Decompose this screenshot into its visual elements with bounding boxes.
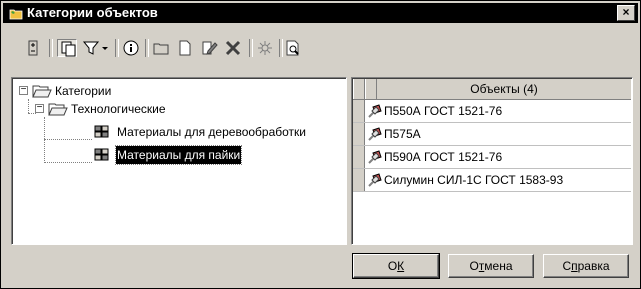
help-button[interactable]: Справка: [543, 254, 629, 278]
tree-node-technological[interactable]: − Технологические: [12, 100, 312, 118]
new-document-icon[interactable]: [175, 39, 195, 57]
open-folder-icon: [32, 85, 52, 98]
object-name: П550А ГОСТ 1521-76: [384, 104, 503, 118]
cancel-label-rest: мена: [484, 259, 513, 273]
row-indicator: [353, 146, 365, 168]
table-row[interactable]: П575А: [353, 123, 631, 146]
delete-icon[interactable]: [223, 39, 243, 57]
table-header: Объекты (4): [353, 79, 631, 100]
tree-node-label: Категории: [55, 84, 112, 98]
tree-node-label: Материалы для деревообработки: [117, 125, 306, 139]
help-label-rest: равка: [577, 259, 610, 273]
header-indicator-column[interactable]: [353, 79, 365, 99]
row-indicator: [353, 100, 365, 122]
cancel-label: О: [469, 259, 479, 273]
help-label: С: [562, 259, 572, 273]
close-button[interactable]: ×: [617, 5, 635, 21]
preview-icon[interactable]: [283, 39, 303, 57]
category-tree[interactable]: − Категории − Технологические Материалы …: [11, 77, 347, 245]
material-object-icon: [368, 150, 382, 164]
object-name: Силумин СИЛ-1С ГОСТ 1583-93: [384, 173, 564, 187]
tree-node-categories[interactable]: − Категории: [12, 82, 312, 100]
material-icon: [94, 125, 109, 138]
object-name: П590А ГОСТ 1521-76: [384, 150, 503, 164]
toolbar-separator: [145, 39, 149, 57]
table-row[interactable]: П550А ГОСТ 1521-76: [353, 100, 631, 123]
toolbar: [3, 25, 638, 69]
material-object-icon: [368, 104, 382, 118]
dialog-window: Категории объектов × − Категории − Техно…: [0, 0, 641, 289]
folder-icon[interactable]: [151, 39, 171, 57]
objects-table[interactable]: Объекты (4) П550А ГОСТ 1521-76 П575А П59…: [351, 77, 633, 245]
ok-label: О: [387, 259, 398, 273]
tree-expand-icon[interactable]: [23, 39, 43, 57]
toolbar-separator: [49, 39, 53, 57]
table-row[interactable]: П590А ГОСТ 1521-76: [353, 146, 631, 169]
tree-node-soldering[interactable]: Материалы для пайки: [12, 145, 312, 165]
cancel-button[interactable]: Отмена: [448, 254, 534, 278]
object-name: П575А: [384, 127, 421, 141]
material-object-icon: [368, 127, 382, 141]
ok-label-accel: К: [397, 259, 405, 273]
copy-icon[interactable]: [57, 39, 77, 57]
row-indicator: [353, 123, 365, 145]
material-object-icon: [368, 173, 382, 187]
app-icon: [9, 9, 23, 20]
ok-button[interactable]: ОК: [352, 253, 440, 279]
tree-node-label: Технологические: [71, 102, 166, 116]
material-icon: [94, 148, 109, 161]
collapse-icon[interactable]: −: [19, 85, 28, 95]
window-title: Категории объектов: [27, 5, 158, 20]
title-bar: Категории объектов ×: [3, 3, 638, 23]
toolbar-separator: [249, 39, 253, 57]
table-row[interactable]: Силумин СИЛ-1С ГОСТ 1583-93: [353, 169, 631, 192]
edit-icon[interactable]: [199, 39, 219, 57]
tree-node-label-selected: Материалы для пайки: [114, 145, 243, 165]
open-folder-icon: [48, 103, 68, 116]
special-icon[interactable]: [255, 39, 275, 57]
info-icon[interactable]: [121, 39, 141, 57]
row-indicator: [353, 169, 365, 191]
collapse-icon[interactable]: −: [35, 103, 44, 113]
header-objects-column[interactable]: Объекты (4): [377, 79, 631, 99]
filter-icon[interactable]: [81, 39, 111, 57]
toolbar-separator: [115, 39, 119, 57]
header-icon-column[interactable]: [365, 79, 377, 99]
tree-node-woodworking[interactable]: Материалы для деревообработки: [12, 123, 346, 141]
